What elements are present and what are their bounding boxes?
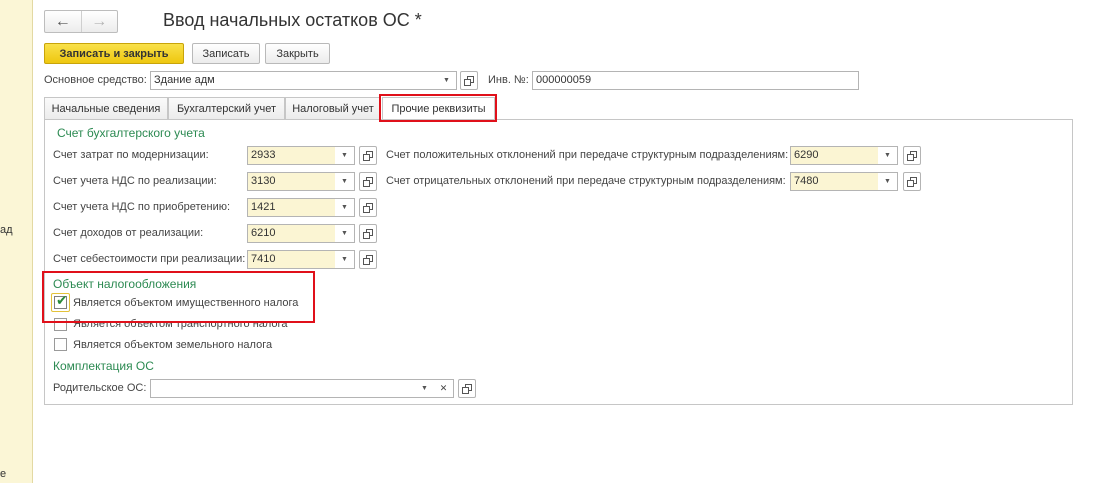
modernization-account-dropdown[interactable]: ▼ [335, 146, 355, 165]
open-window-icon [907, 176, 917, 187]
asset-value: Здание адм [154, 74, 215, 86]
vat-purchase-account-label: Счет учета НДС по приобретению: [53, 201, 231, 213]
modernization-account-label: Счет затрат по модернизации: [53, 149, 209, 161]
negative-deviation-account-value: 7480 [794, 175, 819, 187]
cost-account-input[interactable]: 7410 [247, 250, 336, 269]
open-window-icon [462, 383, 472, 394]
cost-account-dropdown[interactable]: ▼ [335, 250, 355, 269]
tab-initial-info[interactable]: Начальные сведения [44, 97, 168, 119]
parent-asset-dropdown[interactable]: ▼ [415, 379, 435, 398]
forward-button[interactable]: → [80, 11, 118, 32]
triangle-down-icon: ▼ [341, 204, 348, 211]
income-account-value: 6210 [251, 227, 276, 239]
asset-open-button[interactable] [460, 71, 478, 90]
inv-number-input[interactable]: 000000059 [532, 71, 859, 90]
cost-account-label: Счет себестоимости при реализации: [53, 253, 246, 265]
negative-deviation-account-dropdown[interactable]: ▼ [878, 172, 898, 191]
parent-asset-input[interactable] [150, 379, 416, 398]
navigation-buttons: ← → [44, 10, 118, 33]
vat-purchase-account-open-button[interactable] [359, 198, 377, 217]
land-tax-checkbox[interactable] [54, 338, 67, 351]
left-panel-fragment-2: е [0, 468, 7, 480]
modernization-account-open-button[interactable] [359, 146, 377, 165]
triangle-down-icon: ▼ [884, 178, 891, 185]
vat-purchase-account-value: 1421 [251, 201, 276, 213]
open-window-icon [907, 150, 917, 161]
income-account-open-button[interactable] [359, 224, 377, 243]
positive-deviation-account-input[interactable]: 6290 [790, 146, 879, 165]
parent-asset-open-button[interactable] [458, 379, 476, 398]
accounting-group-title: Счет бухгалтерского учета [57, 126, 205, 140]
parent-asset-label: Родительское ОС: [53, 382, 147, 394]
asset-dropdown-button[interactable]: ▼ [437, 71, 457, 90]
open-window-icon [363, 202, 373, 213]
vat-purchase-account-dropdown[interactable]: ▼ [335, 198, 355, 217]
vat-sale-account-dropdown[interactable]: ▼ [335, 172, 355, 191]
positive-deviation-account-label: Счет положительных отклонений при переда… [386, 149, 789, 161]
modernization-account-input[interactable]: 2933 [247, 146, 336, 165]
kit-group-title: Комплектация ОС [53, 359, 154, 373]
asset-label: Основное средство: [44, 74, 147, 86]
modernization-account-value: 2933 [251, 149, 276, 161]
income-account-dropdown[interactable]: ▼ [335, 224, 355, 243]
back-button[interactable]: ← [45, 11, 81, 32]
open-window-icon [363, 176, 373, 187]
close-button[interactable]: Закрыть [265, 43, 330, 64]
save-and-close-button[interactable]: Записать и закрыть [44, 43, 184, 64]
triangle-down-icon: ▼ [421, 385, 428, 392]
open-window-icon [464, 75, 474, 86]
triangle-down-icon: ▼ [341, 178, 348, 185]
taxation-highlight-box [42, 271, 315, 323]
positive-deviation-account-open-button[interactable] [903, 146, 921, 165]
arrow-left-icon: ← [54, 12, 71, 30]
cost-account-open-button[interactable] [359, 250, 377, 269]
vat-purchase-account-input[interactable]: 1421 [247, 198, 336, 217]
asset-input[interactable]: Здание адм [150, 71, 438, 90]
tab-tax-accounting[interactable]: Налоговый учет [285, 97, 381, 119]
vat-sale-account-value: 3130 [251, 175, 276, 187]
window-title: Ввод начальных остатков ОС * [163, 10, 422, 30]
left-side-panel: ад е [0, 0, 33, 483]
income-account-input[interactable]: 6210 [247, 224, 336, 243]
vat-sale-account-open-button[interactable] [359, 172, 377, 191]
tab-highlight-box [379, 94, 497, 122]
triangle-down-icon: ▼ [443, 77, 450, 84]
positive-deviation-account-value: 6290 [794, 149, 819, 161]
arrow-right-icon: → [91, 12, 108, 30]
triangle-down-icon: ▼ [341, 256, 348, 263]
triangle-down-icon: ▼ [341, 230, 348, 237]
triangle-down-icon: ▼ [341, 152, 348, 159]
inv-number-label: Инв. №: [488, 74, 529, 86]
cost-account-value: 7410 [251, 253, 276, 265]
open-window-icon [363, 150, 373, 161]
vat-sale-account-input[interactable]: 3130 [247, 172, 336, 191]
income-account-label: Счет доходов от реализации: [53, 227, 204, 239]
negative-deviation-account-open-button[interactable] [903, 172, 921, 191]
triangle-down-icon: ▼ [884, 152, 891, 159]
open-window-icon [363, 228, 373, 239]
inv-number-value: 000000059 [536, 74, 592, 86]
clear-x-icon: ✕ [439, 383, 448, 393]
parent-asset-clear-button[interactable]: ✕ [434, 379, 454, 398]
positive-deviation-account-dropdown[interactable]: ▼ [878, 146, 898, 165]
vat-sale-account-label: Счет учета НДС по реализации: [53, 175, 217, 187]
left-panel-fragment-1: ад [0, 224, 13, 236]
negative-deviation-account-label: Счет отрицательных отклонений при переда… [386, 175, 786, 187]
tab-accounting[interactable]: Бухгалтерский учет [168, 97, 285, 119]
land-tax-label: Является объектом земельного налога [73, 339, 273, 351]
negative-deviation-account-input[interactable]: 7480 [790, 172, 879, 191]
open-window-icon [363, 254, 373, 265]
save-button[interactable]: Записать [192, 43, 260, 64]
